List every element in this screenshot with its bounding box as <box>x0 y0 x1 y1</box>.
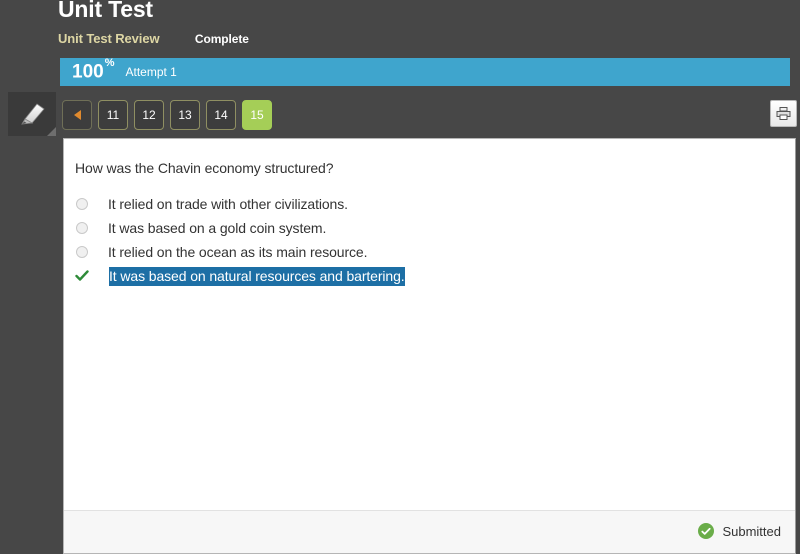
check-icon <box>75 269 89 283</box>
score-bar: 100% Attempt 1 <box>60 58 790 86</box>
pager-prev-button[interactable] <box>62 100 92 130</box>
card-footer: Submitted <box>64 510 795 553</box>
quiz-review-app: Unit Test Unit Test Review Complete 100%… <box>0 0 800 554</box>
header: Unit Test Unit Test Review Complete 100%… <box>0 0 800 138</box>
pager-item-12[interactable]: 12 <box>134 100 164 130</box>
pager-item-15[interactable]: 15 <box>242 100 272 130</box>
radio-icon[interactable] <box>76 222 88 234</box>
resize-corner-icon <box>47 127 56 136</box>
answer-option[interactable]: It relied on trade with other civilizati… <box>75 192 785 216</box>
radio-icon[interactable] <box>76 198 88 210</box>
answer-options: It relied on trade with other civilizati… <box>75 192 785 288</box>
pager-item-13[interactable]: 13 <box>170 100 200 130</box>
answer-option-label: It was based on natural resources and ba… <box>109 266 405 286</box>
answer-option[interactable]: It was based on a gold coin system. <box>75 216 785 240</box>
page-title: Unit Test <box>58 0 153 22</box>
question-card: How was the Chavin economy structured? I… <box>63 138 796 554</box>
answer-option[interactable]: It relied on the ocean as its main resou… <box>75 240 785 264</box>
left-rail <box>0 138 63 554</box>
submitted-status: Submitted <box>698 523 781 539</box>
print-icon <box>776 107 791 120</box>
assignment-subtitle: Unit Test Review <box>58 31 160 46</box>
answer-option-label: It relied on trade with other civilizati… <box>108 196 348 212</box>
attempt-label: Attempt 1 <box>125 65 177 79</box>
print-button[interactable] <box>770 100 797 127</box>
completion-status: Complete <box>194 32 249 46</box>
radio-icon[interactable] <box>76 246 88 258</box>
score-value: 100% <box>72 57 115 83</box>
answer-option-label: It relied on the ocean as its main resou… <box>108 244 368 260</box>
question-text: How was the Chavin economy structured? <box>75 160 334 176</box>
answer-option-label: It was based on a gold coin system. <box>108 220 327 236</box>
question-pager: 11 12 13 14 15 <box>62 100 272 130</box>
answer-option-correct[interactable]: It was based on natural resources and ba… <box>75 264 785 288</box>
submitted-label: Submitted <box>722 523 781 539</box>
percent-symbol: % <box>104 57 115 70</box>
submitted-check-icon <box>698 523 715 539</box>
pager-item-14[interactable]: 14 <box>206 100 236 130</box>
subtitle-row: Unit Test Review Complete <box>58 30 249 48</box>
pencil-tool-button[interactable] <box>8 92 56 136</box>
pencil-icon <box>21 102 45 124</box>
chevron-left-icon <box>73 110 81 120</box>
pager-item-11[interactable]: 11 <box>98 100 128 130</box>
